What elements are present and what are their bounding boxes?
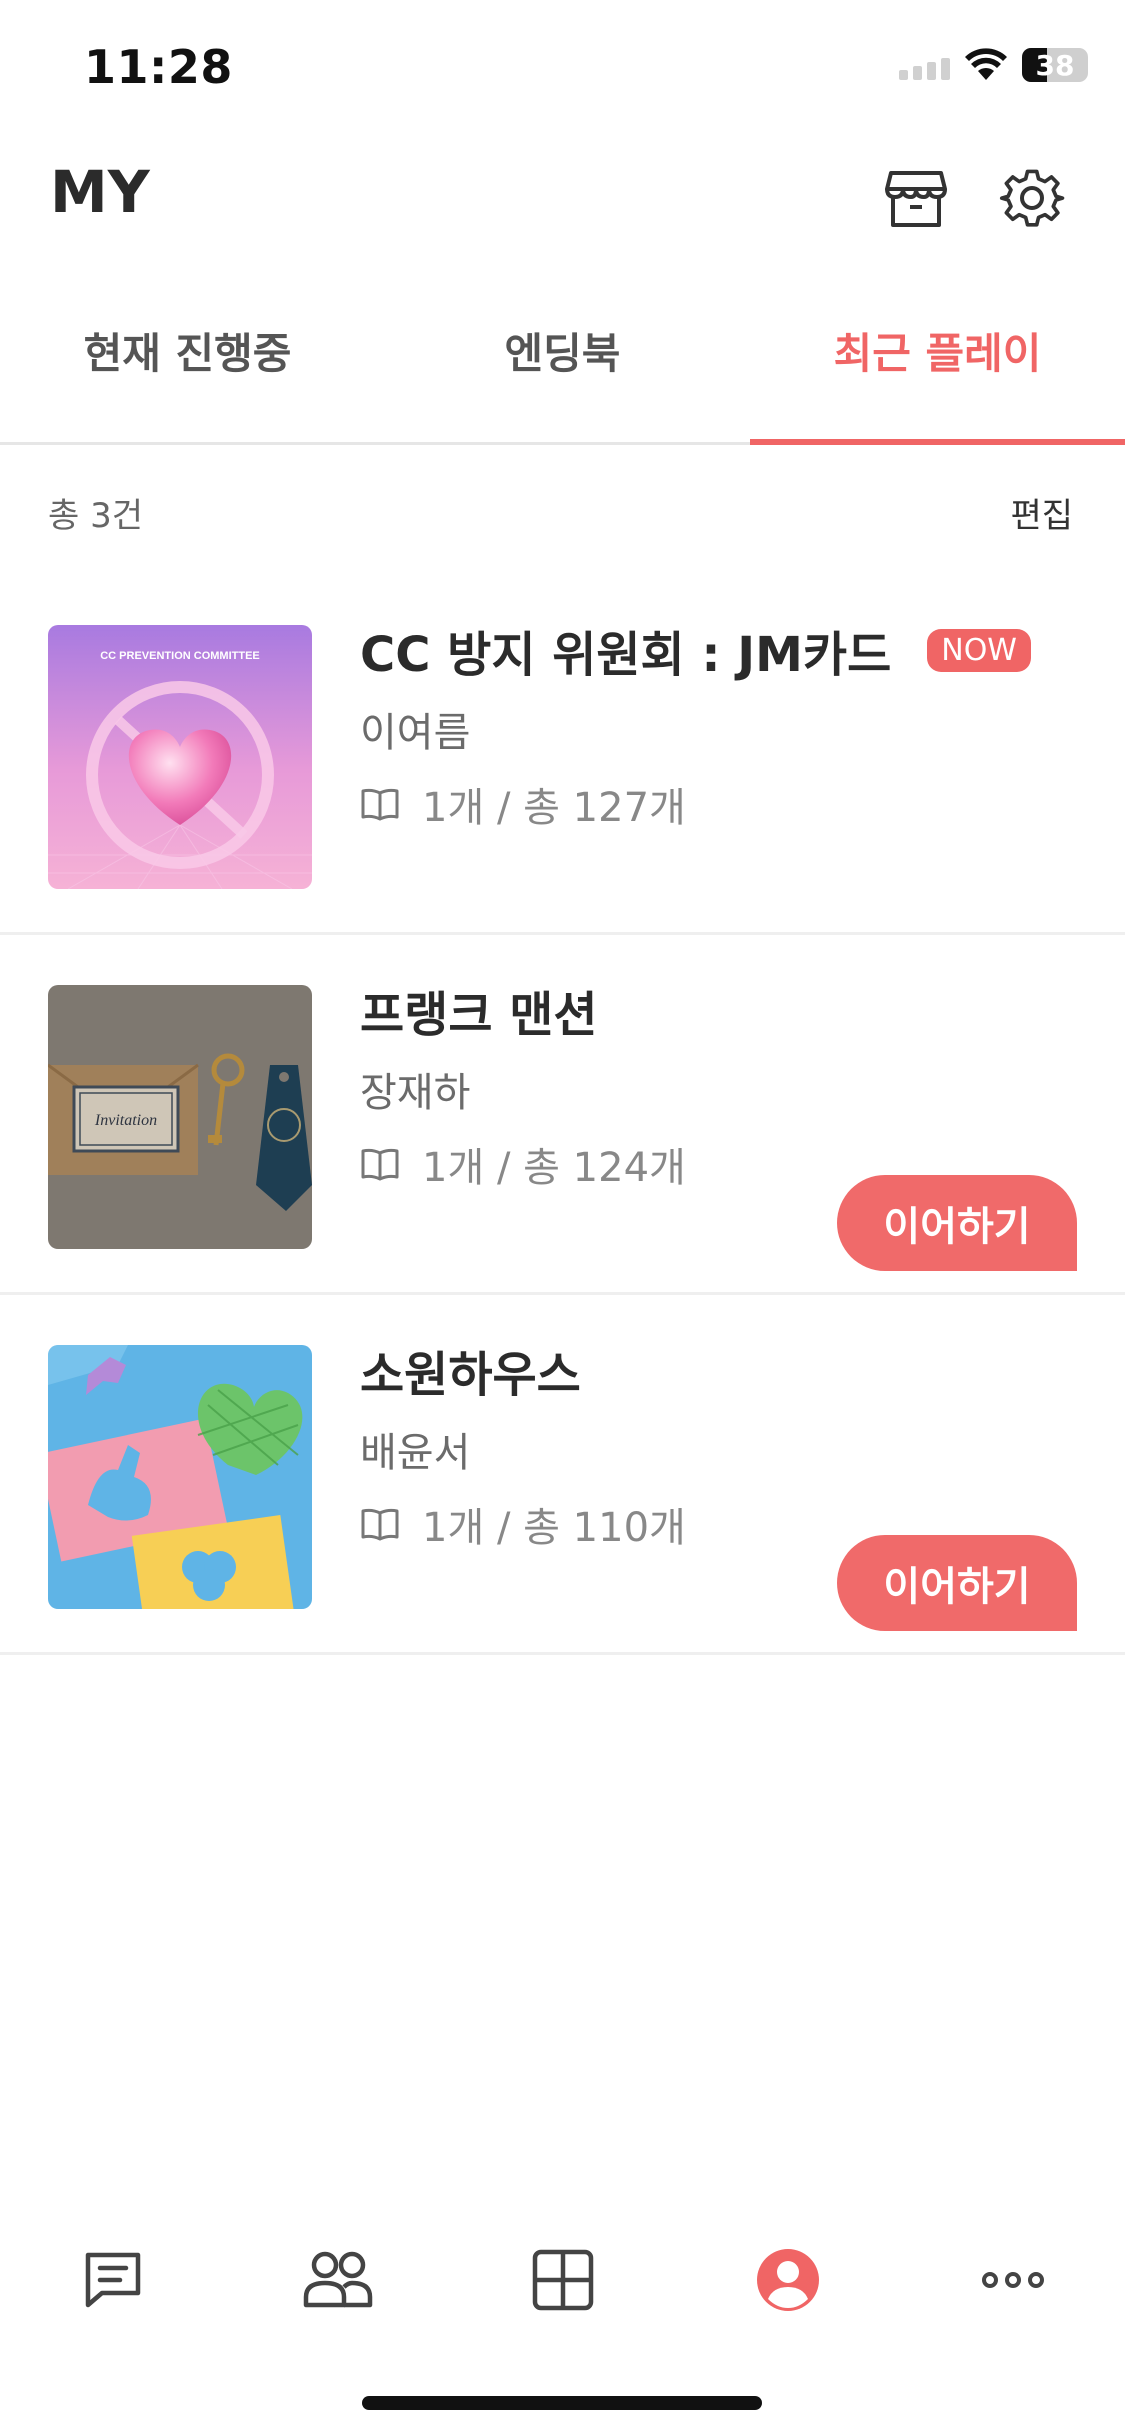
book-icon xyxy=(361,1148,399,1181)
progress-text: 1개 / 총 110개 xyxy=(422,1505,686,1551)
cover-image: Invitation xyxy=(48,985,312,1249)
profile-icon xyxy=(756,2249,819,2311)
home-indicator xyxy=(362,2396,762,2410)
list-item[interactable]: CC PREVENTION COMMITTEE CC 방지 위원회 : JM카드… xyxy=(0,575,1125,935)
tab-ending-book[interactable]: 엔딩북 xyxy=(375,300,750,400)
progress-row: 1개 / 총 110개 xyxy=(360,1495,686,1553)
cover-image: CC PREVENTION COMMITTEE xyxy=(48,625,312,889)
signal-icon xyxy=(899,50,950,80)
chat-icon xyxy=(85,2252,140,2308)
tab-recent-play[interactable]: 최근 플레이 xyxy=(750,300,1125,400)
total-count: 총 3건 xyxy=(48,496,143,536)
header: MY xyxy=(0,140,1125,260)
list-item[interactable]: Invitation 프랭크 맨션 장재하 1개 / 총 124개 이어하기 xyxy=(0,935,1125,1295)
progress-text: 1개 / 총 127개 xyxy=(422,785,686,831)
progress-row: 1개 / 총 127개 xyxy=(360,775,686,833)
list-summary: 총 3건 편집 xyxy=(0,480,1125,540)
story-author: 배윤서 xyxy=(360,1430,471,1476)
progress-row: 1개 / 총 124개 xyxy=(360,1135,686,1193)
friends-icon xyxy=(303,2251,372,2308)
story-title: CC 방지 위원회 : JM카드 xyxy=(360,627,892,683)
grid-icon xyxy=(532,2249,593,2311)
story-title: 프랭크 맨션 xyxy=(360,987,598,1043)
tab-in-progress[interactable]: 현재 진행중 xyxy=(0,300,375,400)
continue-button[interactable]: 이어하기 xyxy=(837,1535,1077,1631)
nav-more[interactable] xyxy=(900,2220,1125,2340)
nav-profile[interactable] xyxy=(675,2220,900,2340)
status-time: 11:28 xyxy=(84,40,233,94)
gear-icon[interactable] xyxy=(994,160,1070,236)
item-title-row: 소원하우스 xyxy=(360,1335,581,1405)
tab-active-indicator xyxy=(750,439,1125,445)
cover-image xyxy=(48,1345,312,1609)
store-icon[interactable] xyxy=(878,160,954,236)
book-icon xyxy=(361,1508,399,1541)
story-title: 소원하우스 xyxy=(360,1347,581,1403)
book-icon xyxy=(361,788,399,821)
cover-title: CC PREVENTION COMMITTEE xyxy=(100,650,260,662)
wifi-icon xyxy=(965,48,1007,80)
list-item[interactable]: 소원하우스 배윤서 1개 / 총 110개 이어하기 xyxy=(0,1295,1125,1655)
status-bar: 11:28 38 xyxy=(0,0,1125,140)
nav-chat[interactable] xyxy=(0,2220,225,2340)
story-author: 이여름 xyxy=(360,710,471,756)
nav-friends[interactable] xyxy=(225,2220,450,2340)
edit-button[interactable]: 편집 xyxy=(1010,488,1073,537)
item-title-row: CC 방지 위원회 : JM카드 NOW xyxy=(360,615,1031,685)
story-list: CC PREVENTION COMMITTEE CC 방지 위원회 : JM카드… xyxy=(0,575,1125,1655)
now-badge: NOW xyxy=(927,628,1031,672)
cover-title: Invitation xyxy=(94,1112,157,1129)
status-indicators: 38 xyxy=(899,48,1088,82)
page-title: MY xyxy=(50,158,150,226)
battery-level: 38 xyxy=(1035,48,1075,82)
item-title-row: 프랭크 맨션 xyxy=(360,975,598,1045)
battery-icon: 38 xyxy=(1022,48,1088,82)
tab-bar: 현재 진행중 엔딩북 최근 플레이 xyxy=(0,300,1125,445)
progress-text: 1개 / 총 124개 xyxy=(422,1145,686,1191)
story-author: 장재하 xyxy=(360,1070,471,1116)
more-icon xyxy=(981,2272,1044,2288)
nav-grid[interactable] xyxy=(450,2220,675,2340)
bottom-nav xyxy=(0,2220,1125,2340)
continue-button[interactable]: 이어하기 xyxy=(837,1175,1077,1271)
